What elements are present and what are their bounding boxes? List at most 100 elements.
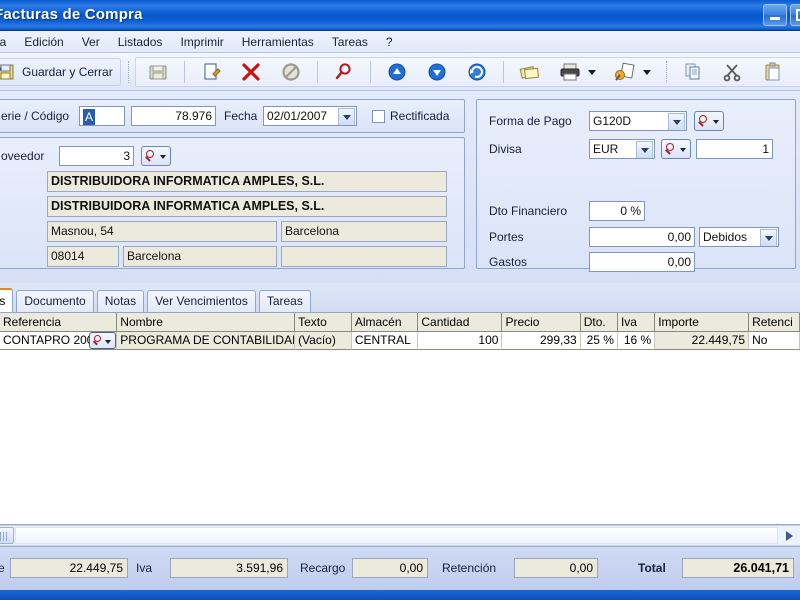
grid-header-nombre[interactable]: Nombre	[117, 313, 296, 332]
cell-iva[interactable]: 16 %	[617, 332, 656, 350]
grid-header-cantidad[interactable]: Cantidad	[418, 313, 503, 332]
undo-button[interactable]	[794, 58, 800, 86]
refresh-icon	[466, 61, 488, 83]
forma-de-pago-select[interactable]: G120D	[589, 111, 687, 131]
menu-item-imprimir[interactable]: Imprimir	[171, 34, 232, 50]
recargo-value[interactable]: 0,00	[352, 558, 428, 578]
portes-tipo-select[interactable]: Debidos	[699, 227, 779, 247]
referencia-lookup-button[interactable]	[89, 332, 117, 349]
paste-button[interactable]	[754, 58, 792, 86]
grid-header-texto[interactable]: Texto	[295, 313, 352, 332]
cancel-button[interactable]	[272, 58, 310, 86]
fecha-value: 02/01/2007	[267, 109, 328, 123]
tab-tareas[interactable]: Tareas	[258, 290, 311, 312]
serie-input[interactable]: A	[79, 106, 125, 126]
floppy-disk-icon	[147, 61, 169, 83]
previous-record-button[interactable]	[378, 58, 416, 86]
cut-button[interactable]	[714, 58, 752, 86]
divisa-lookup-button[interactable]	[661, 139, 691, 159]
minimize-button[interactable]	[763, 4, 787, 26]
print-dropdown-arrow-icon[interactable]	[587, 69, 596, 75]
retencion-label: Retención	[442, 561, 497, 575]
grid-header-iva[interactable]: Iva	[617, 313, 656, 332]
table-row[interactable]: CONTAPRO 200 PROGRAMA DE CONTABILIDAD (V…	[0, 332, 800, 350]
fecha-date-picker[interactable]: 02/01/2007	[263, 106, 357, 126]
rectificada-checkbox[interactable]	[372, 110, 385, 123]
razon-social-field[interactable]: DISTRIBUIDORA INFORMATICA AMPLES, S.L.	[47, 171, 447, 192]
print-button[interactable]	[551, 58, 604, 86]
retencion-value[interactable]: 0,00	[514, 558, 598, 578]
tab-ver-vencimientos[interactable]: Ver Vencimientos	[147, 290, 256, 312]
scrollbar-right-button[interactable]	[781, 527, 798, 544]
tab-lineas[interactable]: eas	[0, 288, 14, 312]
portes-input[interactable]: 0,00	[589, 227, 695, 247]
total-value[interactable]: 26.041,71	[682, 558, 794, 578]
portes-tipo-value: Debidos	[703, 230, 748, 244]
menu-item-tareas[interactable]: Tareas	[323, 34, 377, 50]
serie-panel: erie / Código A 78.976 Fecha 02/01/2007 …	[0, 99, 465, 133]
delete-record-button[interactable]	[232, 58, 270, 86]
save-record-button[interactable]	[139, 58, 177, 86]
next-record-button[interactable]	[418, 58, 456, 86]
nombre-comercial-field[interactable]: DISTRIBUIDORA INFORMATICA AMPLES, S.L.	[47, 196, 447, 217]
payment-panel: Forma de Pago G120D Divisa EUR 1 Dto Fin…	[476, 99, 796, 272]
grid-header-importe[interactable]: Importe	[655, 313, 750, 332]
proveedor-lookup-button[interactable]	[141, 146, 171, 166]
iva-value[interactable]: 3.591,96	[170, 558, 288, 578]
cell-referencia[interactable]: CONTAPRO 200	[0, 332, 118, 350]
cell-referencia-text: CONTAPRO 200	[3, 333, 94, 347]
toolbar-separator-5	[502, 61, 504, 83]
tab-notas[interactable]: Notas	[96, 290, 145, 312]
pais-field[interactable]	[281, 246, 447, 267]
cell-precio[interactable]: 299,33	[502, 332, 581, 350]
copy-button[interactable]	[674, 58, 712, 86]
menu-item-ver[interactable]: Ver	[73, 34, 109, 50]
poblacion-field[interactable]: Barcelona	[123, 246, 277, 267]
tab-documento[interactable]: Documento	[16, 290, 94, 312]
proveedor-code-input[interactable]: 3	[59, 146, 134, 166]
save-and-close-button[interactable]: Guardar y Cerrar	[0, 58, 121, 86]
scrollbar-thumb[interactable]	[0, 527, 14, 544]
menu-item-herramientas[interactable]: Herramientas	[233, 34, 323, 50]
provincia-field[interactable]: Barcelona	[281, 221, 447, 242]
maximize-button[interactable]	[790, 4, 800, 26]
cell-nombre[interactable]: PROGRAMA DE CONTABILIDAD	[117, 332, 296, 350]
cell-almacen[interactable]: CENTRAL	[351, 332, 419, 350]
cell-texto[interactable]: (Vacío)	[295, 332, 352, 350]
cell-cantidad[interactable]: 100	[418, 332, 503, 350]
totals-bar: e 22.449,75 Iva 3.591,96 Recargo 0,00 Re…	[0, 546, 800, 590]
print-preview-button[interactable]	[606, 58, 659, 86]
preview-dropdown-arrow-icon[interactable]	[642, 69, 651, 75]
grid-header-dto[interactable]: Dto.	[580, 313, 618, 332]
base-imponible-label: e	[0, 561, 5, 575]
cell-retencion[interactable]: No	[749, 332, 800, 350]
forma-de-pago-lookup-button[interactable]	[694, 111, 724, 131]
menu-item-ficha[interactable]: cha	[0, 34, 15, 50]
menu-item-listados[interactable]: Listados	[109, 34, 172, 50]
codigo-input[interactable]: 78.976	[131, 106, 216, 126]
invoice-header-form: erie / Código A 78.976 Fecha 02/01/2007 …	[0, 91, 800, 283]
proveedor-label: oveedor	[1, 149, 45, 163]
grid-header-precio[interactable]: Precio	[502, 313, 581, 332]
grid-header-almacen[interactable]: Almacén	[351, 313, 419, 332]
direccion-field[interactable]: Masnou, 54	[47, 221, 277, 242]
new-record-button[interactable]	[192, 58, 230, 86]
cell-dto[interactable]: 25 %	[580, 332, 618, 350]
codigo-postal-field[interactable]: 08014	[47, 246, 119, 267]
menu-item-edicion[interactable]: Edición	[15, 34, 72, 50]
cell-importe[interactable]: 22.449,75	[655, 332, 750, 350]
documents-button[interactable]	[511, 58, 549, 86]
grid-header-referencia[interactable]: Referencia	[0, 313, 118, 332]
divisa-rate-input[interactable]: 1	[696, 139, 773, 159]
base-imponible-value[interactable]: 22.449,75	[10, 558, 128, 578]
search-button[interactable]	[325, 58, 363, 86]
grid-horizontal-scrollbar[interactable]	[0, 525, 800, 545]
divisa-select[interactable]: EUR	[589, 139, 655, 159]
menu-item-help[interactable]: ?	[377, 34, 402, 50]
chevron-down-icon	[641, 148, 649, 153]
refresh-button[interactable]	[458, 58, 496, 86]
grid-header-retencion[interactable]: Retenci	[749, 313, 800, 332]
dto-financiero-input[interactable]: 0 %	[589, 201, 645, 221]
gastos-input[interactable]: 0,00	[589, 252, 695, 272]
scrollbar-track[interactable]	[15, 527, 778, 544]
